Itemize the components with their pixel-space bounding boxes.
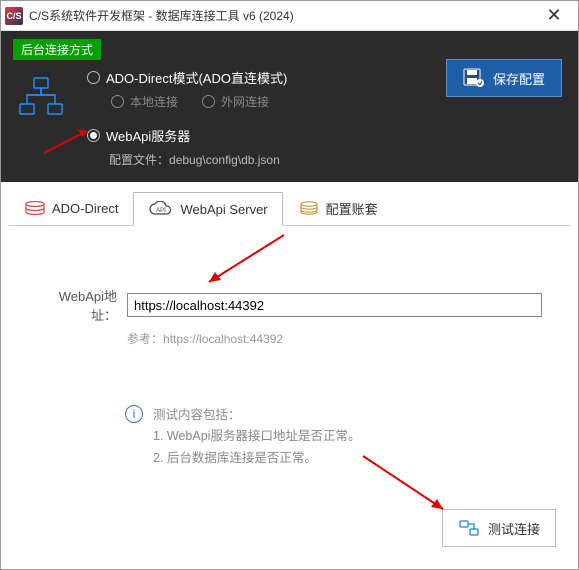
radio-label: 本地连接 [130, 93, 178, 110]
save-icon [463, 68, 485, 88]
network-test-icon [458, 519, 480, 537]
radio-external[interactable]: 外网连接 [202, 93, 269, 110]
tab-webapi-server[interactable]: API WebApi Server [133, 192, 282, 226]
radio-icon [87, 71, 100, 84]
config-file-line: 配置文件：debug\config\db.json [109, 151, 566, 168]
database-icon [24, 201, 46, 217]
annotation-arrow [199, 230, 289, 290]
app-window: C/S C/S系统软件开发框架 - 数据库连接工具 v6 (2024) ✕ 后台… [0, 0, 579, 570]
info-icon: i [125, 405, 143, 423]
info-line: 2. 后台数据库连接是否正常。 [153, 448, 360, 469]
tab-ado-direct[interactable]: ADO-Direct [9, 192, 133, 225]
connection-mode-panel: 后台连接方式 ADO-Direct模式(ADO直连模式) [1, 31, 578, 182]
form-area: WebApi地址： 参考：https://localhost:44392 i 测… [9, 226, 570, 469]
info-line: 1. WebApi服务器接口地址是否正常。 [153, 426, 360, 447]
radio-icon [202, 95, 215, 108]
database-stack-icon [298, 201, 320, 217]
svg-text:API: API [157, 208, 167, 214]
window-title: C/S系统软件开发框架 - 数据库连接工具 v6 (2024) [29, 7, 534, 24]
webapi-address-input[interactable] [127, 293, 542, 317]
info-header: 测试内容包括： [153, 405, 360, 426]
address-hint: 参考：https://localhost:44392 [127, 330, 542, 347]
tab-config-account[interactable]: 配置账套 [283, 192, 393, 225]
network-icon [13, 68, 69, 120]
test-connection-button[interactable]: 测试连接 [442, 509, 556, 547]
radio-icon [87, 129, 100, 142]
radio-webapi[interactable]: WebApi服务器 [87, 126, 566, 145]
radio-icon [111, 95, 124, 108]
cloud-api-icon: API [148, 201, 174, 217]
radio-local[interactable]: 本地连接 [111, 93, 178, 110]
app-icon: C/S [5, 7, 23, 25]
panel-badge: 后台连接方式 [13, 39, 101, 60]
webapi-address-label: WebApi地址： [37, 286, 117, 324]
radio-label: 外网连接 [221, 93, 269, 110]
save-config-button[interactable]: 保存配置 [446, 59, 562, 97]
radio-label: ADO-Direct模式(ADO直连模式) [106, 68, 287, 87]
titlebar: C/S C/S系统软件开发框架 - 数据库连接工具 v6 (2024) ✕ [1, 1, 578, 31]
radio-label: WebApi服务器 [106, 126, 190, 145]
info-block: i 测试内容包括： 1. WebApi服务器接口地址是否正常。 2. 后台数据库… [125, 405, 542, 469]
tab-bar: ADO-Direct API WebApi Server 配置账套 [9, 192, 570, 226]
content-area: ADO-Direct API WebApi Server 配置账套 [1, 182, 578, 569]
close-button[interactable]: ✕ [534, 2, 574, 30]
